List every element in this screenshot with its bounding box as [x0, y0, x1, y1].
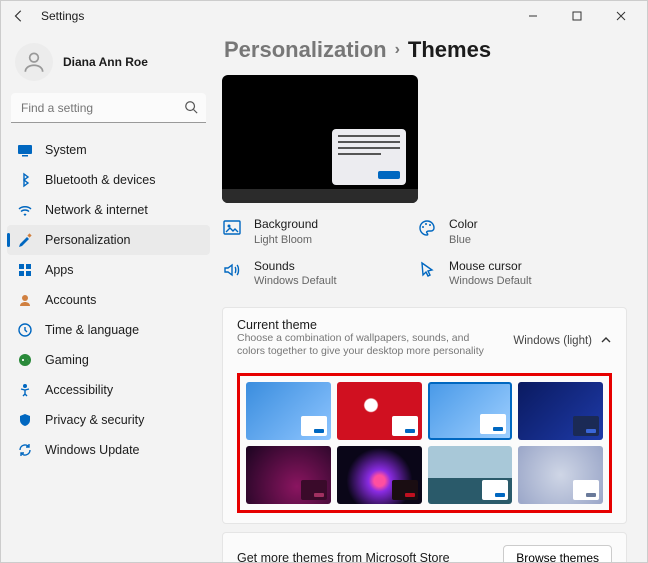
sidebar-item-label: Accessibility: [45, 383, 113, 397]
theme-option-3[interactable]: [428, 382, 513, 440]
theme-option-6[interactable]: [337, 446, 422, 504]
theme-preview: [222, 75, 418, 203]
sounds-setting[interactable]: SoundsWindows Default: [222, 259, 407, 289]
shield-icon: [17, 412, 33, 428]
sidebar-item-bluetooth[interactable]: Bluetooth & devices: [7, 165, 210, 195]
update-icon: [17, 442, 33, 458]
theme-option-4[interactable]: [518, 382, 603, 440]
prop-value: Windows Default: [254, 274, 337, 288]
sidebar-item-label: Apps: [45, 263, 74, 277]
sidebar-item-accounts[interactable]: Accounts: [7, 285, 210, 315]
sidebar-item-accessibility[interactable]: Accessibility: [7, 375, 210, 405]
mouse-setting[interactable]: Mouse cursorWindows Default: [417, 259, 602, 289]
close-button[interactable]: [599, 2, 643, 30]
sound-icon: [222, 259, 244, 281]
sidebar-item-update[interactable]: Windows Update: [7, 435, 210, 465]
sidebar-item-label: Bluetooth & devices: [45, 173, 156, 187]
sidebar-item-privacy[interactable]: Privacy & security: [7, 405, 210, 435]
sidebar-item-network[interactable]: Network & internet: [7, 195, 210, 225]
sidebar-item-label: System: [45, 143, 87, 157]
maximize-button[interactable]: [555, 2, 599, 30]
breadcrumb: Personalization › Themes: [224, 37, 627, 63]
color-setting[interactable]: ColorBlue: [417, 217, 602, 247]
breadcrumb-parent[interactable]: Personalization: [224, 37, 387, 63]
browse-themes-button[interactable]: Browse themes: [503, 545, 612, 562]
gaming-icon: [17, 352, 33, 368]
current-theme-card: Current theme Choose a combination of wa…: [222, 307, 627, 524]
background-setting[interactable]: BackgroundLight Bloom: [222, 217, 407, 247]
chevron-right-icon: ›: [395, 41, 400, 59]
theme-option-5[interactable]: [246, 446, 331, 504]
prop-value: Blue: [449, 233, 478, 247]
page-title: Themes: [408, 37, 491, 63]
sidebar-item-system[interactable]: System: [7, 135, 210, 165]
avatar-icon: [15, 43, 53, 81]
minimize-button[interactable]: [511, 2, 555, 30]
chevron-up-icon: [600, 334, 612, 349]
sidebar-item-label: Gaming: [45, 353, 89, 367]
back-button[interactable]: [11, 8, 27, 24]
sidebar-item-label: Accounts: [45, 293, 96, 307]
sidebar-item-label: Time & language: [45, 323, 139, 337]
prop-label: Sounds: [254, 259, 337, 275]
search-icon: [184, 100, 198, 119]
sidebar-item-label: Privacy & security: [45, 413, 144, 427]
sidebar-item-label: Network & internet: [45, 203, 148, 217]
user-name: Diana Ann Roe: [63, 55, 148, 69]
search-input[interactable]: [11, 93, 206, 123]
prop-label: Background: [254, 217, 318, 233]
sidebar-item-gaming[interactable]: Gaming: [7, 345, 210, 375]
apps-icon: [17, 262, 33, 278]
system-icon: [17, 142, 33, 158]
bluetooth-icon: [17, 172, 33, 188]
cursor-icon: [417, 259, 439, 281]
current-theme-value: Windows (light): [513, 335, 592, 347]
prop-value: Windows Default: [449, 274, 532, 288]
clock-icon: [17, 322, 33, 338]
theme-option-1[interactable]: [246, 382, 331, 440]
theme-option-2[interactable]: [337, 382, 422, 440]
card-subtitle: Choose a combination of wallpapers, soun…: [237, 332, 497, 365]
theme-grid: [237, 373, 612, 513]
wifi-icon: [17, 202, 33, 218]
card-title: Current theme: [237, 318, 497, 332]
theme-option-7[interactable]: [428, 446, 513, 504]
sidebar-item-time[interactable]: Time & language: [7, 315, 210, 345]
prop-value: Light Bloom: [254, 233, 318, 247]
palette-icon: [417, 217, 439, 239]
image-icon: [222, 217, 244, 239]
theme-option-8[interactable]: [518, 446, 603, 504]
user-profile[interactable]: Diana Ann Roe: [7, 37, 210, 93]
sidebar-item-label: Personalization: [45, 233, 130, 247]
accounts-icon: [17, 292, 33, 308]
paint-icon: [17, 232, 33, 248]
preview-window: [332, 129, 406, 185]
sidebar-item-label: Windows Update: [45, 443, 140, 457]
accessibility-icon: [17, 382, 33, 398]
sidebar-item-personalization[interactable]: Personalization: [7, 225, 210, 255]
window-title: Settings: [41, 9, 84, 23]
sidebar-item-apps[interactable]: Apps: [7, 255, 210, 285]
current-theme-toggle[interactable]: Windows (light): [513, 334, 612, 349]
prop-label: Mouse cursor: [449, 259, 532, 275]
store-text: Get more themes from Microsoft Store: [237, 551, 450, 562]
prop-label: Color: [449, 217, 478, 233]
